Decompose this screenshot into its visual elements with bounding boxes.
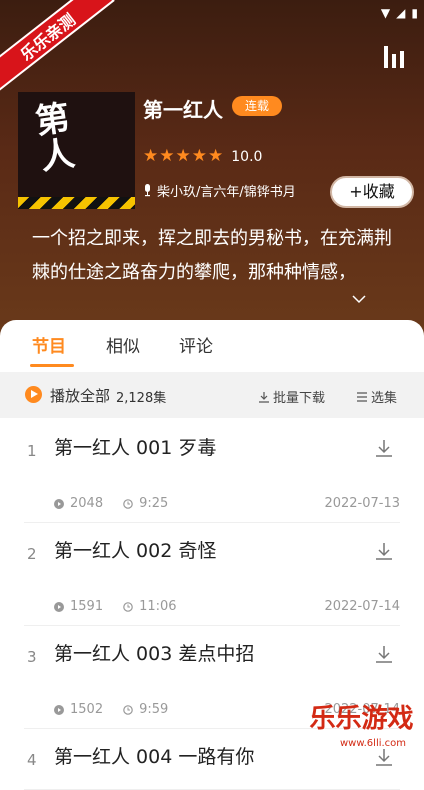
download-icon[interactable] (374, 541, 394, 561)
play-all-button[interactable]: 播放全部 (50, 385, 110, 406)
episode-title[interactable]: 第一红人 001 歹毒 (54, 433, 216, 460)
episode-title[interactable]: 第一红人 002 奇怪 (54, 536, 216, 563)
play-count-icon (54, 498, 64, 509)
star-icon: ★ (143, 146, 159, 166)
episode-meta: 2048 9:25 (54, 496, 168, 511)
tab-comments[interactable]: 评论 (179, 332, 213, 357)
wifi-icon: ◢ (396, 6, 406, 20)
book-header: ▼ ◢ ▮ 乐乐亲测 第人 第一红人 连载 ★ ★ ★ ★ ★ 10.0 柴小玖… (0, 0, 424, 340)
download-icon[interactable] (374, 644, 394, 664)
signal-icon: ▼ (380, 6, 391, 20)
star-icon: ★ (191, 146, 207, 166)
episode-number: 1 (27, 442, 37, 460)
status-bar: ▼ ◢ ▮ (381, 4, 418, 22)
clock-icon (123, 601, 133, 612)
playlist-toolbar: 播放全部 2,128集 批量下载 选集 (0, 372, 424, 418)
episode-count: 2,128集 (116, 391, 167, 406)
episode-meta: 1591 11:06 (54, 599, 177, 614)
download-icon (259, 391, 269, 403)
clock-icon (123, 498, 133, 509)
list-item[interactable]: 1 第一红人 001 歹毒 2048 9:25 2022-07-13 (24, 420, 400, 523)
play-icon[interactable] (25, 386, 42, 403)
book-title: 第一红人 (143, 98, 223, 122)
episode-date: 2022-07-13 (324, 496, 400, 511)
select-episodes-button[interactable]: 选集 (356, 387, 397, 406)
watermark-ribbon: 乐乐亲测 (0, 0, 115, 94)
play-count: 2048 (70, 496, 104, 511)
active-tab-indicator (30, 364, 74, 367)
star-icon: ★ (159, 146, 175, 166)
play-count-icon (54, 704, 64, 715)
episode-duration: 11:06 (139, 599, 177, 614)
tab-similar[interactable]: 相似 (106, 332, 140, 357)
microphone-icon (145, 184, 150, 197)
list-item[interactable]: 2 第一红人 002 奇怪 1591 11:06 2022-07-14 (24, 523, 400, 626)
favorite-button[interactable]: +收藏 (330, 176, 414, 208)
episodes-panel: 节目 相似 评论 播放全部 2,128集 批量下载 选集 1 第一红人 001 … (0, 320, 424, 790)
download-icon[interactable] (374, 438, 394, 458)
tab-episodes[interactable]: 节目 (32, 332, 66, 357)
narrator-text: 柴小玖/言六年/锦铧书月 (157, 185, 296, 200)
rating: ★ ★ ★ ★ ★ 10.0 (143, 148, 262, 165)
play-count: 1502 (70, 702, 104, 717)
clock-icon (123, 704, 133, 715)
star-icon: ★ (175, 146, 191, 166)
rating-score: 10.0 (231, 148, 263, 165)
equalizer-icon[interactable] (382, 44, 406, 70)
play-count: 1591 (70, 599, 104, 614)
narrator-info: 柴小玖/言六年/锦铧书月 (143, 181, 296, 200)
battery-icon: ▮ (411, 6, 418, 20)
star-icon: ★ (208, 146, 224, 166)
episode-duration: 9:59 (139, 702, 169, 717)
book-description: 一个招之即来，挥之即去的男秘书，在充满荆棘的仕途之路奋力的攀爬，那种种情感， (32, 228, 392, 283)
episode-number: 4 (27, 751, 37, 769)
batch-download-label: 批量下载 (273, 391, 326, 406)
status-badge: 连载 (232, 96, 282, 116)
episode-number: 3 (27, 648, 37, 666)
chevron-down-icon[interactable] (352, 294, 366, 304)
cover-warning-stripe (18, 197, 135, 209)
episode-title[interactable]: 第一红人 003 差点中招 (54, 639, 254, 666)
play-count-icon (54, 601, 64, 612)
cover-title-art: 第人 (32, 98, 78, 178)
batch-download-button[interactable]: 批量下载 (258, 387, 325, 406)
select-episodes-label: 选集 (371, 391, 398, 406)
tab-bar: 节目 相似 评论 (0, 320, 424, 367)
episode-meta: 1502 9:59 (54, 702, 168, 717)
episode-duration: 9:25 (139, 496, 169, 511)
episode-title[interactable]: 第一红人 004 一路有你 (54, 742, 254, 769)
list-icon (357, 391, 367, 402)
watermark-url: www.6lli.com (340, 738, 407, 749)
episode-number: 2 (27, 545, 37, 563)
book-cover[interactable]: 第人 (18, 92, 135, 209)
episode-date: 2022-07-14 (324, 599, 400, 614)
